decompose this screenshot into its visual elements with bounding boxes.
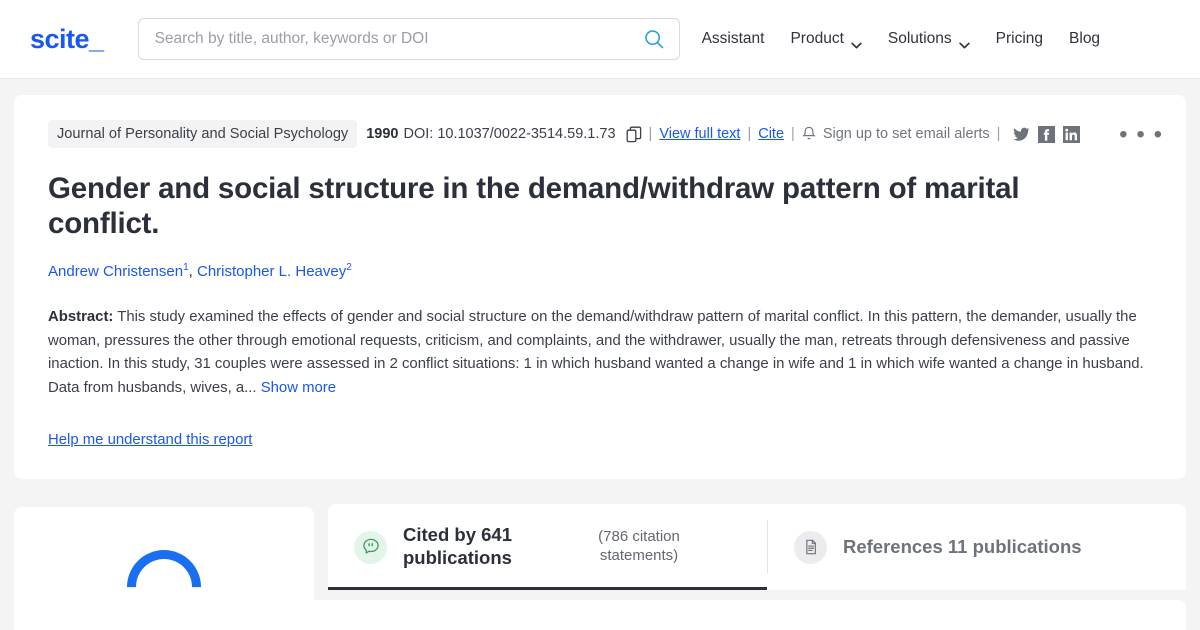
search-icon[interactable] — [643, 28, 665, 50]
doi-text: DOI: 10.1037/0022-3514.59.1.73 — [403, 126, 616, 142]
meta-separator: | — [791, 126, 795, 142]
search-bar[interactable] — [137, 18, 680, 60]
tab-references-label: References 11 publications — [843, 535, 1082, 557]
abstract-label: Abstract: — [48, 309, 114, 325]
view-full-text-link[interactable]: View full text — [659, 126, 740, 142]
active-tab-indicator — [328, 587, 767, 590]
main-nav: Assistant Product Solutions Pricing Blog — [702, 30, 1100, 48]
twitter-icon[interactable] — [1013, 126, 1030, 143]
citation-statements-count: (786 citation statements) — [598, 528, 680, 564]
help-understand-report-link[interactable]: Help me understand this report — [48, 432, 252, 448]
citation-tabs: Cited by 641 publications (786 citation … — [328, 504, 1186, 590]
tab-cited-by[interactable]: Cited by 641 publications (786 citation … — [328, 504, 767, 590]
search-input[interactable] — [154, 30, 643, 48]
meta-separator: | — [747, 126, 752, 142]
publication-year: 1990 — [366, 126, 399, 142]
more-options-icon[interactable]: • • • — [1119, 123, 1164, 147]
document-icon — [794, 530, 827, 564]
results-panel — [14, 600, 1186, 630]
nav-label: Product — [790, 30, 844, 47]
chevron-down-icon — [851, 36, 862, 48]
author-list: Andrew Christensen1, Christopher L. Heav… — [48, 262, 352, 280]
author-link[interactable]: Christopher L. Heavey — [197, 263, 346, 280]
show-more-link[interactable]: Show more — [261, 380, 336, 396]
abstract-text: This study examined the effects of gende… — [48, 309, 1144, 396]
email-alerts-label[interactable]: Sign up to set email alerts — [823, 126, 990, 142]
copy-icon[interactable] — [626, 126, 642, 143]
paper-metadata-row: Journal of Personality and Social Psycho… — [48, 119, 1152, 149]
chevron-down-icon — [958, 36, 970, 48]
author-affiliation: 2 — [346, 262, 352, 273]
tab-cited-by-label: Cited by 641 publications — [403, 524, 512, 568]
abstract: Abstract: This study examined the effect… — [48, 306, 1152, 400]
journal-badge[interactable]: Journal of Personality and Social Psycho… — [48, 120, 358, 148]
nav-item-assistant[interactable]: Assistant — [702, 30, 765, 48]
nav-label: Blog — [1069, 30, 1101, 47]
nav-item-blog[interactable]: Blog — [1069, 30, 1100, 48]
meta-separator: | — [648, 126, 653, 142]
nav-item-pricing[interactable]: Pricing — [996, 30, 1043, 48]
page-title: Gender and social structure in the deman… — [48, 172, 1020, 240]
top-navigation-bar: scite_ Assistant Product Solutions — [0, 0, 1200, 79]
nav-item-solutions[interactable]: Solutions — [888, 30, 970, 48]
author-link[interactable]: Andrew Christensen — [48, 263, 183, 280]
nav-label: Pricing — [995, 30, 1044, 47]
nav-label: Assistant — [701, 30, 765, 47]
tab-references[interactable]: References 11 publications — [768, 504, 1108, 590]
facebook-icon[interactable] — [1038, 125, 1056, 143]
nav-label: Solutions — [887, 30, 952, 47]
cite-link[interactable]: Cite — [758, 126, 784, 142]
social-share-group — [1013, 125, 1081, 143]
bell-icon — [802, 126, 816, 142]
nav-item-product[interactable]: Product — [790, 30, 862, 48]
citation-bubble-icon — [354, 530, 387, 564]
paper-card: • • • Journal of Personality and Social … — [14, 95, 1186, 480]
meta-separator: | — [996, 126, 1001, 142]
scite-logo[interactable]: scite_ — [30, 24, 104, 55]
loading-spinner — [127, 550, 201, 590]
linkedin-icon[interactable] — [1063, 125, 1081, 143]
